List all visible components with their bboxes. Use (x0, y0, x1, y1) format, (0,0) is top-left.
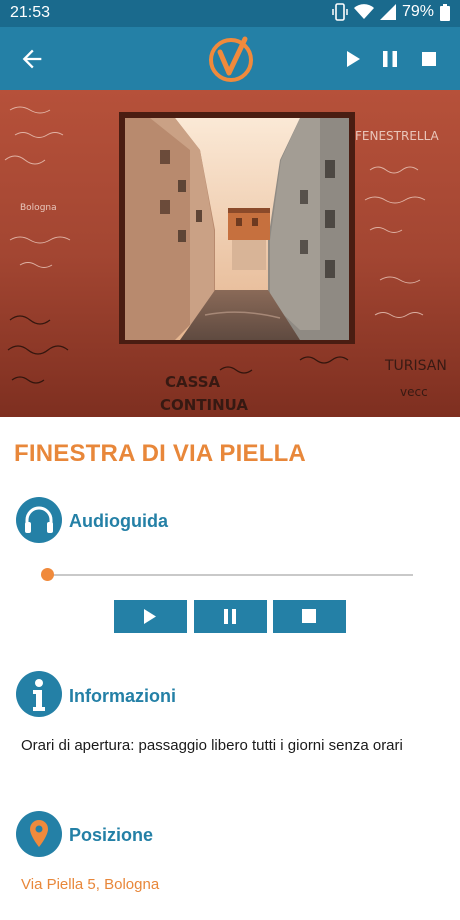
status-time: 21:53 (10, 4, 51, 21)
signal-icon (379, 4, 396, 20)
wifi-icon (353, 4, 374, 19)
audio-pause-button[interactable] (194, 600, 267, 633)
poi-title: FINESTRA DI VIA PIELLA (14, 440, 306, 467)
svg-text:FENESTRELLA: FENESTRELLA (355, 129, 440, 143)
svg-text:vecc: vecc (400, 385, 428, 399)
audioguide-label: Audioguida (69, 511, 168, 531)
opening-hours-text: Orari di apertura: passaggio libero tutt… (21, 737, 403, 754)
information-label: Informazioni (69, 686, 176, 706)
play-icon[interactable] (342, 48, 364, 70)
address-link[interactable]: Via Piella 5, Bologna (21, 876, 159, 893)
battery-icon (440, 3, 450, 21)
svg-text:TURISAN: TURISAN (384, 358, 447, 374)
pause-icon[interactable] (379, 48, 401, 70)
audio-stop-button[interactable] (273, 600, 346, 633)
stop-icon[interactable] (418, 48, 440, 70)
poi-photo: FENESTRELLA CASSA CONTINUA TURISAN vecc … (0, 90, 460, 417)
pause-icon (224, 609, 236, 624)
stop-icon (302, 609, 316, 623)
info-icon (16, 671, 62, 717)
position-label: Posizione (69, 825, 154, 845)
svg-text:CONTINUA: CONTINUA (160, 396, 248, 414)
status-bar: 21:53 79% (0, 0, 460, 27)
arrow-left-icon[interactable] (18, 45, 46, 73)
battery-percent: 79% (401, 3, 434, 20)
status-icons: 79% (332, 3, 450, 21)
headphones-icon (16, 497, 62, 543)
play-icon (144, 609, 156, 624)
app-bar (0, 27, 460, 90)
svg-text:Bologna: Bologna (20, 203, 57, 213)
vibrate-icon (332, 3, 348, 21)
audio-play-button[interactable] (114, 600, 187, 633)
location-pin-icon (16, 811, 62, 857)
audio-progress-track[interactable] (47, 574, 413, 576)
audio-progress-thumb[interactable] (41, 568, 54, 581)
svg-text:CASSA: CASSA (165, 373, 221, 391)
app-logo (209, 36, 253, 82)
